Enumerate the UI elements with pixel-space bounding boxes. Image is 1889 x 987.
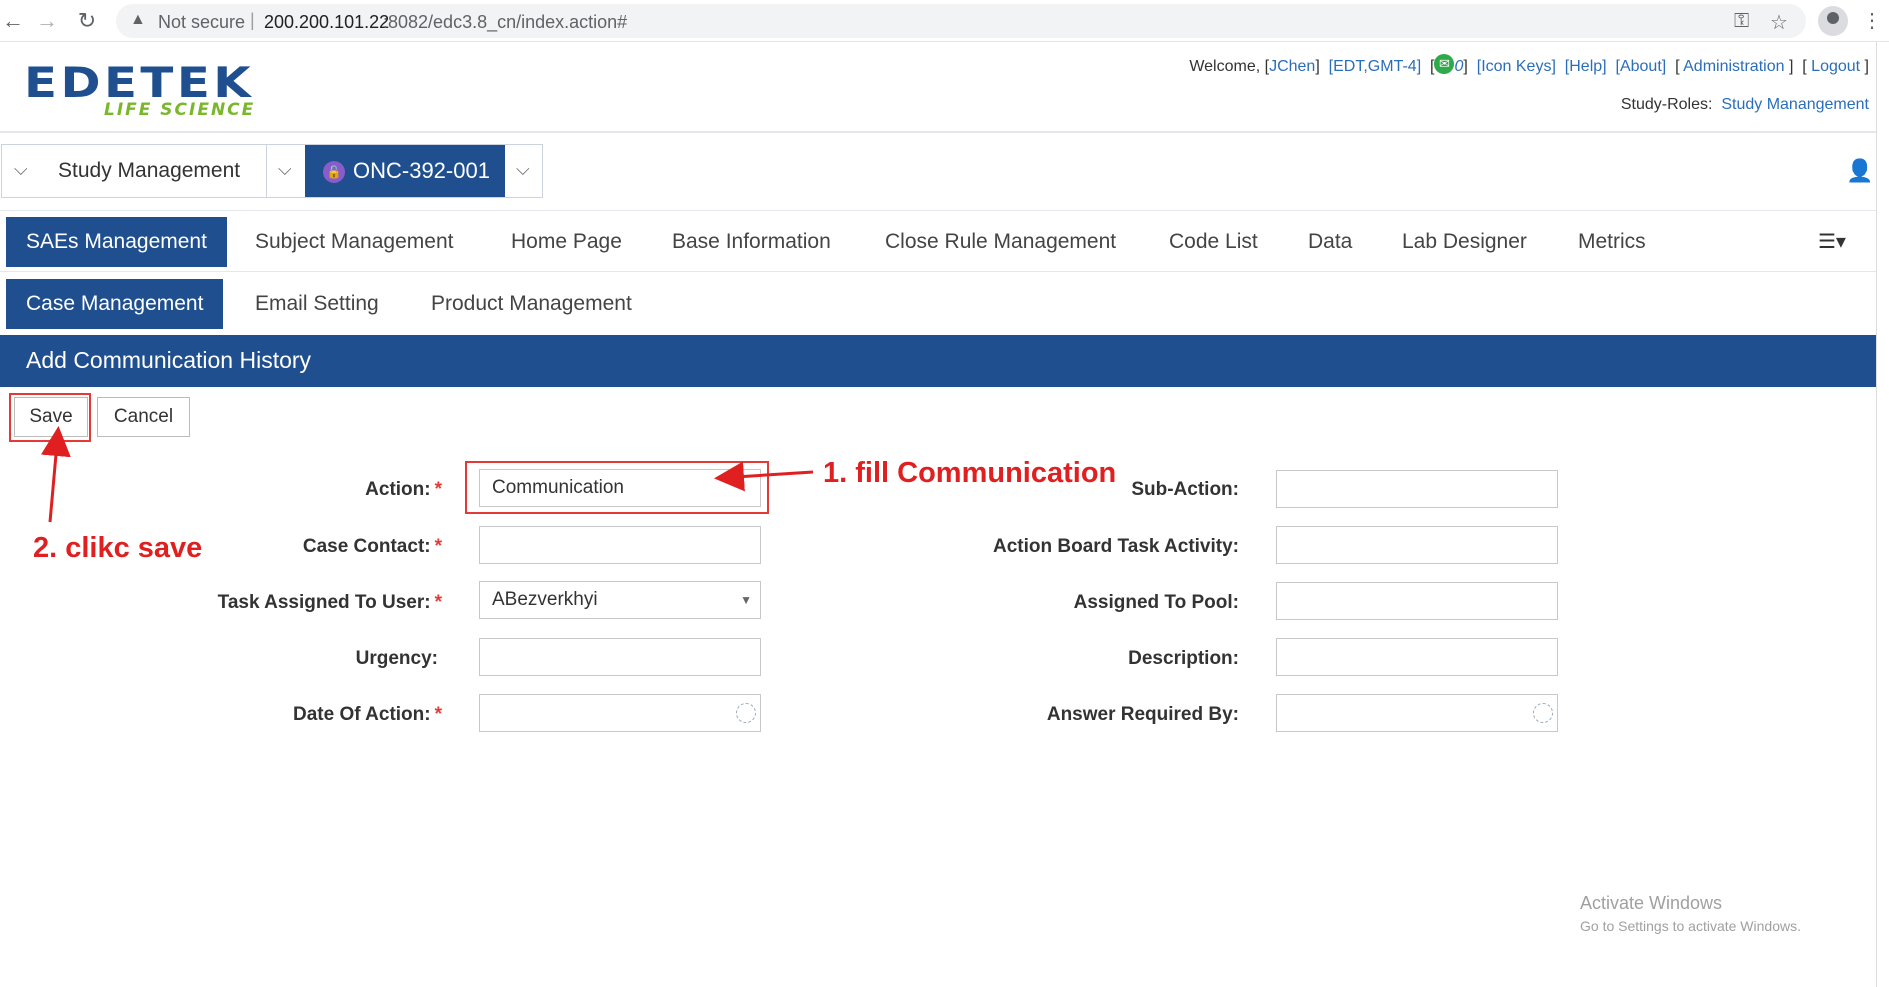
- annotation-arrows: [40, 426, 814, 523]
- watermark-title: Activate Windows: [1580, 893, 1723, 913]
- scrollbar[interactable]: [1876, 42, 1889, 987]
- arrow-to-action: [714, 461, 814, 492]
- watermark-subtitle: Go to Settings to activate Windows.: [1580, 918, 1801, 934]
- arrow-to-save: [40, 426, 71, 523]
